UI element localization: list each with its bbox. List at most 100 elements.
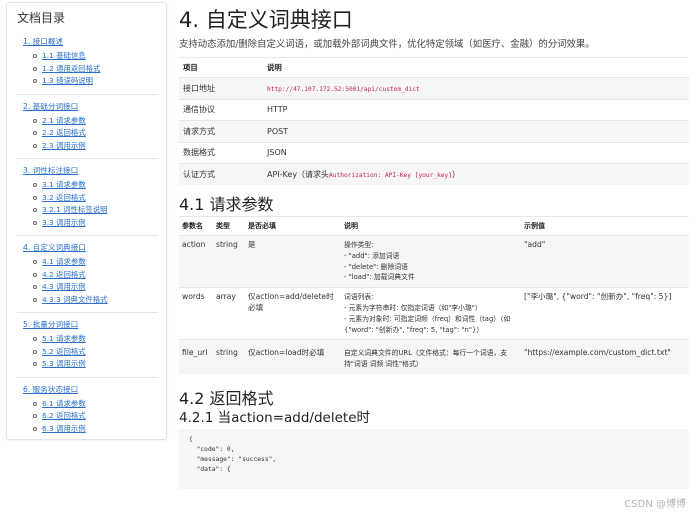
param-description-line: 操作类型: — [344, 241, 374, 249]
toc-section-link[interactable]: 5. 批量分词接口 — [23, 319, 158, 331]
param-description-line: - "delete": 删除词语 — [344, 262, 408, 271]
toc-subsection-label: 4.1 请求参数 — [42, 257, 86, 266]
table-row: 数据格式 JSON — [179, 141, 689, 164]
circle-bullet-icon — [33, 297, 37, 302]
toc-subsection-link[interactable]: 4.1 请求参数 — [33, 256, 158, 269]
param-header-example: 示例值 — [521, 216, 689, 236]
circle-bullet-icon — [33, 272, 37, 277]
circle-bullet-icon — [33, 285, 37, 290]
table-row: 通信协议 HTTP — [179, 98, 689, 121]
toc-subsection-label: 1.2 通用返回格式 — [42, 63, 101, 73]
toc-subsection-link[interactable]: 6.3 调用示例 — [33, 423, 158, 436]
param-name: action — [179, 234, 213, 288]
section-response-format: 4.2 返回格式 — [179, 388, 274, 408]
circle-bullet-icon — [33, 337, 37, 342]
param-required: 仅action=load时必填 — [245, 339, 341, 374]
toc-subsection-label: 5.1 请求参数 — [42, 334, 86, 343]
param-description: 自定义词典文件的URL（文件格式：每行一个词语，支持"词语 词频 词性"格式） — [341, 339, 521, 374]
inline-code: http://47.107.172.52:5001/api/custom_dic… — [267, 85, 420, 93]
toc-subsection-link[interactable]: 5.1 请求参数 — [33, 333, 158, 346]
info-value: JSON — [263, 141, 689, 164]
info-value: POST — [263, 120, 689, 142]
toc-subsection-link[interactable]: 4.3 调用示例 — [33, 281, 158, 294]
table-of-contents: 文档目录 1. 接口概述 1.1 基础信息 1.2 通用返回格式 1.3 错误码说明 2… — [6, 2, 167, 440]
toc-group: 2. 基础分词接口 2.1 请求参数 2.2 返回格式 2.3 调用示例 — [17, 101, 158, 159]
param-header-desc: 说明 — [341, 216, 521, 236]
toc-subsection-label: 6.3 调用示例 — [42, 423, 86, 433]
param-header-required: 是否必填 — [245, 216, 341, 236]
code-line: "message": "success", — [189, 455, 277, 463]
info-value: HTTP — [263, 98, 689, 121]
info-value-suffix: ） — [451, 170, 460, 179]
table-row: words array 仅action=add/delete时必填 词语列表: - 元素… — [179, 287, 689, 340]
info-value: API-Key（请求头Authorization: API-Key [your_… — [263, 163, 689, 185]
code-line: { — [189, 435, 193, 443]
toc-subsection-label: 6.2 返回格式 — [42, 411, 86, 420]
toc-subsection-label: 6.1 请求参数 — [42, 398, 86, 408]
api-info-table: 项目 说明 接口地址 http://47.107.172.52:5001/api/… — [179, 57, 689, 185]
toc-subsection-label: 4.2 返回格式 — [42, 269, 86, 279]
toc-subsection-link[interactable]: 3.2.1 词性标签说明 — [33, 204, 158, 217]
param-description-line: - 元素为对象时: 可指定词频（freq）和词性（tag）（如{"word": … — [344, 314, 511, 334]
param-description-line: - 元素为字符串时: 仅指定词语（如"李小璐"） — [344, 303, 482, 312]
info-value-text: HTTP — [267, 105, 288, 115]
toc-subsection-link[interactable]: 2.1 请求参数 — [33, 115, 158, 128]
circle-bullet-icon — [33, 362, 37, 367]
toc-subsection-label: 5.2 返回格式 — [42, 346, 86, 356]
toc-subsection-label: 3.2 返回格式 — [42, 192, 86, 202]
info-key: 请求方式 — [179, 120, 263, 142]
info-value-text: JSON — [267, 148, 287, 158]
param-name: file_url — [179, 339, 213, 374]
toc-subsection-link[interactable]: 3.3 调用示例 — [33, 217, 158, 230]
param-description: 操作类型: - "add": 添加词语 - "delete": 删除词语 - "loa… — [341, 234, 521, 288]
toc-subsection-link[interactable]: 2.3 调用示例 — [33, 140, 158, 153]
toc-subsection-label: 4.3.3 词典文件格式 — [42, 294, 108, 304]
circle-bullet-icon — [33, 131, 37, 136]
info-key: 接口地址 — [179, 77, 263, 99]
toc-subsection-label: 1.1 基础信息 — [42, 51, 86, 60]
toc-subsection-link[interactable]: 3.2 返回格式 — [33, 192, 158, 205]
toc-subsection-label: 3.3 调用示例 — [42, 217, 86, 227]
param-description: 词语列表: - 元素为字符串时: 仅指定词语（如"李小璐"） - 元素为对象时: 可… — [341, 287, 521, 340]
toc-subsection-link[interactable]: 1.2 通用返回格式 — [33, 63, 158, 76]
param-description-line: 词语列表: — [344, 293, 374, 302]
inline-code: Authorization: API-Key [your_key] — [329, 172, 452, 179]
toc-subsection-link[interactable]: 4.2 返回格式 — [33, 269, 158, 282]
toc-subsection-label: 2.3 调用示例 — [42, 140, 86, 150]
toc-section-link[interactable]: 3. 词性标注接口 — [23, 165, 158, 177]
circle-bullet-icon — [33, 195, 37, 200]
circle-bullet-icon — [33, 349, 37, 354]
toc-section-link[interactable]: 4. 自定义词典接口 — [23, 242, 158, 254]
watermark: CSDN @博博 — [624, 499, 686, 510]
toc-subsection-label: 5.3 调用示例 — [42, 359, 86, 368]
param-name: words — [179, 287, 213, 340]
toc-subsection-link[interactable]: 2.2 返回格式 — [33, 127, 158, 140]
toc-subsection-link[interactable]: 6.1 请求参数 — [33, 398, 158, 411]
param-description-line: - "add": 添加词语 — [344, 251, 400, 260]
info-header-item: 项目 — [179, 57, 263, 78]
param-required: 是 — [245, 234, 341, 288]
toc-title: 文档目录 — [17, 11, 66, 25]
toc-subsection-link[interactable]: 5.3 调用示例 — [33, 358, 158, 371]
param-description-line: - "load": 加载词典文件 — [344, 273, 415, 282]
code-line: "code": 0, — [189, 445, 235, 453]
param-header-name: 参数名 — [179, 216, 213, 236]
toc-section-link[interactable]: 2. 基础分词接口 — [23, 101, 158, 113]
toc-section-link[interactable]: 1. 接口概述 — [23, 36, 158, 48]
toc-subsection-link[interactable]: 3.1 请求参数 — [33, 179, 158, 192]
toc-subsection-link[interactable]: 6.2 返回格式 — [33, 410, 158, 423]
circle-bullet-icon — [33, 66, 37, 71]
param-description-line: 自定义词典文件的URL（文件格式：每行一个词语，支持"词语 词频 词性"格式） — [344, 349, 508, 369]
info-key: 认证方式 — [179, 163, 263, 185]
toc-subsection-link[interactable]: 1.3 错误码说明 — [33, 75, 158, 88]
toc-subsection-link[interactable]: 5.2 返回格式 — [33, 346, 158, 359]
toc-section-link[interactable]: 6. 服务状态接口 — [23, 384, 158, 396]
info-value-text: POST — [267, 126, 289, 136]
main-content: 4. 自定义词典接口 支持动态添加/删除自定义词语，或加载外部词典文件，优化特定… — [179, 0, 689, 489]
param-type: array — [213, 287, 245, 340]
toc-subsection-link[interactable]: 4.3.3 词典文件格式 — [33, 294, 158, 307]
page-title: 4. 自定义词典接口 — [179, 8, 353, 32]
table-row: 请求方式 POST — [179, 120, 689, 142]
toc-subsection-link[interactable]: 1.1 基础信息 — [33, 50, 158, 63]
info-header-desc: 说明 — [263, 57, 689, 78]
